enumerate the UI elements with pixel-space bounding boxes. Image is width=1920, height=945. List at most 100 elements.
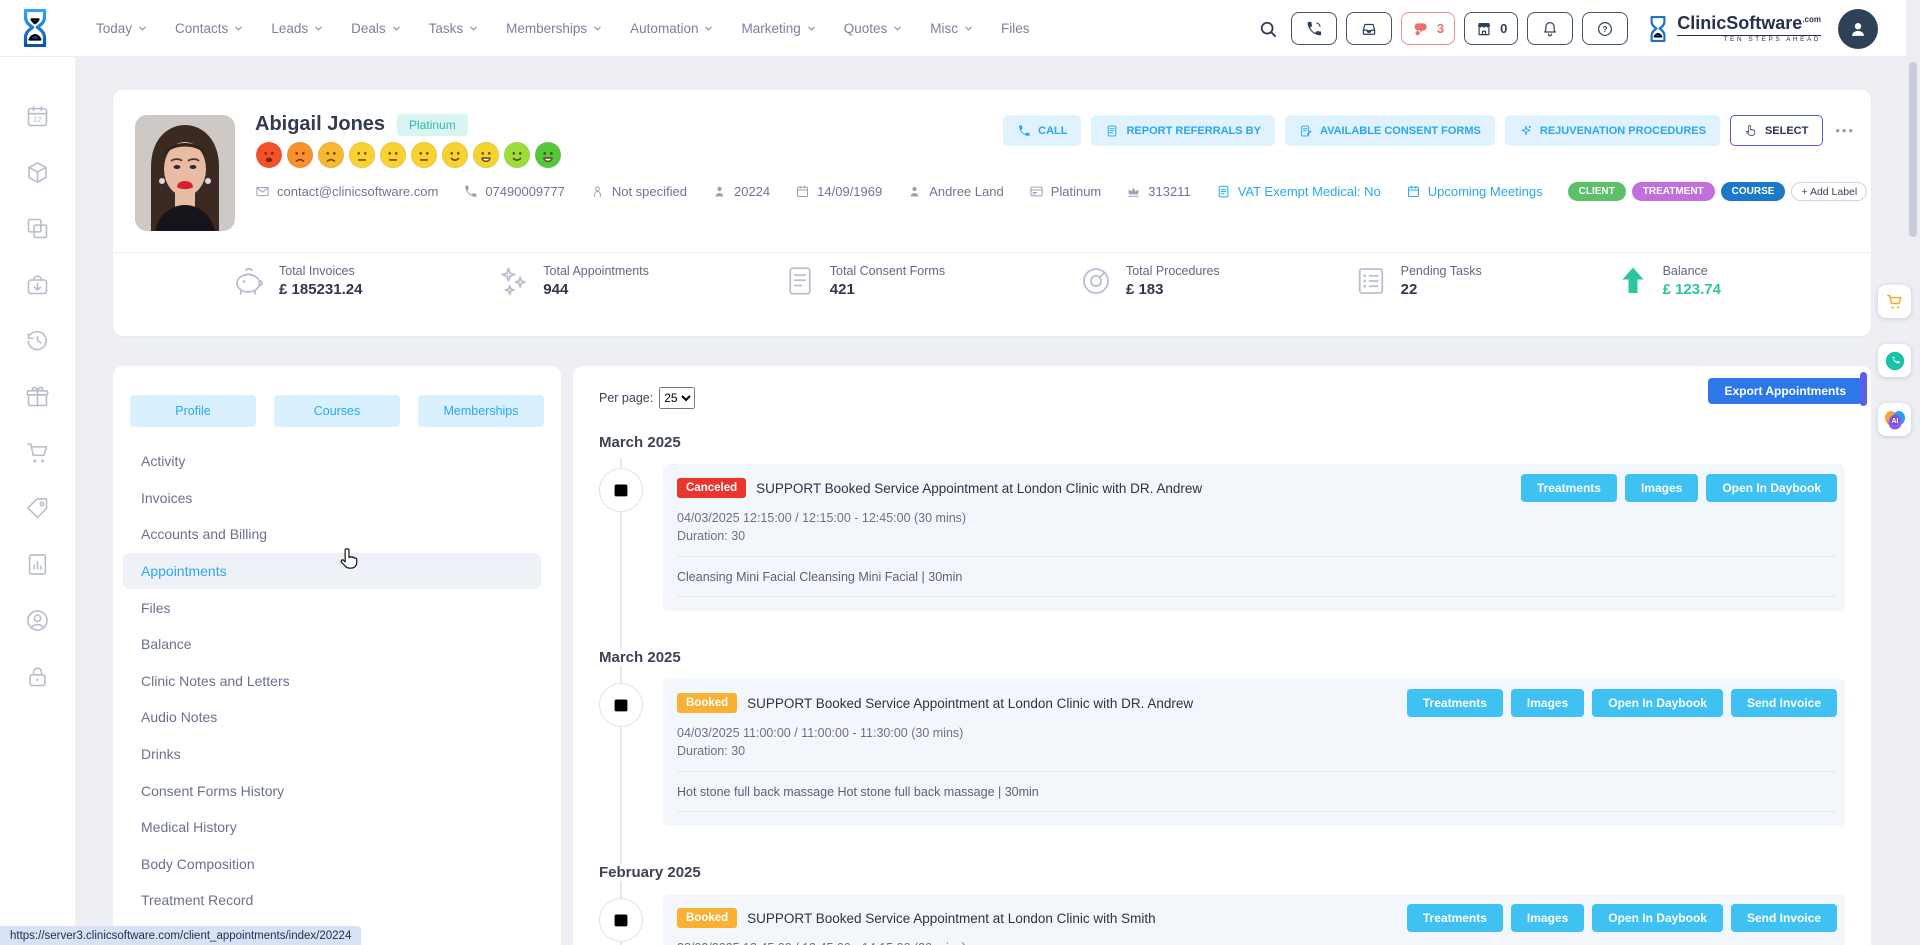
nav-item-contacts[interactable]: Contacts bbox=[175, 21, 244, 36]
export-appointments-button[interactable]: Export Appointments bbox=[1708, 378, 1862, 404]
panel-divider bbox=[677, 556, 1837, 557]
nav-item-memberships[interactable]: Memberships bbox=[506, 21, 603, 36]
images-button[interactable]: Images bbox=[1511, 904, 1584, 932]
mood-face-10-icon[interactable] bbox=[534, 141, 562, 169]
open-in-daybook-button[interactable]: Open In Daybook bbox=[1706, 474, 1837, 502]
nav-item-today[interactable]: Today bbox=[96, 21, 148, 36]
docicon-icon bbox=[782, 263, 818, 299]
tab-courses[interactable]: Courses bbox=[274, 395, 400, 427]
arrowup-icon bbox=[1615, 263, 1651, 299]
rail-usercircle-icon[interactable] bbox=[24, 607, 51, 634]
rail-historyclock-icon[interactable] bbox=[24, 327, 51, 354]
send-invoice-button[interactable]: Send Invoice bbox=[1731, 904, 1837, 932]
label-pill-client[interactable]: CLIENT bbox=[1568, 182, 1626, 201]
rejuvenation-procedures-button[interactable]: REJUVENATION PROCEDURES bbox=[1505, 115, 1720, 146]
rail-padlock-icon[interactable] bbox=[24, 663, 51, 690]
rail-copypages-icon[interactable] bbox=[24, 215, 51, 242]
rail-bagarrow-icon[interactable] bbox=[24, 271, 51, 298]
mood-face-7-icon[interactable] bbox=[441, 141, 469, 169]
personfill-icon bbox=[907, 184, 922, 199]
tab-profile[interactable]: Profile bbox=[130, 395, 256, 427]
sidebar-item-body-composition[interactable]: Body Composition bbox=[123, 846, 541, 883]
sidebar-item-balance[interactable]: Balance bbox=[123, 626, 541, 663]
treatments-button[interactable]: Treatments bbox=[1521, 474, 1617, 502]
floating-cart-button[interactable] bbox=[1878, 285, 1911, 318]
nav-item-marketing[interactable]: Marketing bbox=[741, 21, 816, 36]
per-page-select[interactable]: 25 bbox=[659, 387, 695, 409]
window-scrollbar[interactable] bbox=[1906, 0, 1920, 945]
appointment-duration: Duration: 30 bbox=[677, 529, 1837, 543]
mood-face-2-icon[interactable] bbox=[286, 141, 314, 169]
more-options-button[interactable]: ••• bbox=[1835, 123, 1855, 138]
send-invoice-button[interactable]: Send Invoice bbox=[1731, 689, 1837, 717]
mood-face-3-icon[interactable] bbox=[317, 141, 345, 169]
sidebar-item-drinks[interactable]: Drinks bbox=[123, 736, 541, 773]
contact-value: VAT Exempt Medical: No bbox=[1238, 184, 1381, 199]
rail-box3d-icon[interactable] bbox=[24, 159, 51, 186]
store-button[interactable]: 0 bbox=[1464, 12, 1518, 45]
nav-item-misc[interactable]: Misc bbox=[930, 21, 974, 36]
open-in-daybook-button[interactable]: Open In Daybook bbox=[1592, 904, 1723, 932]
mood-face-1-icon[interactable] bbox=[255, 141, 283, 169]
nav-item-label: Misc bbox=[930, 21, 958, 36]
sidebar-item-invoices[interactable]: Invoices bbox=[123, 480, 541, 517]
sidebar-item-consent-forms-history[interactable]: Consent Forms History bbox=[123, 772, 541, 809]
nav-item-deals[interactable]: Deals bbox=[351, 21, 402, 36]
nav-item-leads[interactable]: Leads bbox=[271, 21, 324, 36]
sidebar-item-appointments[interactable]: Appointments bbox=[123, 553, 541, 590]
sidebar-item-treatment-record[interactable]: Treatment Record bbox=[123, 882, 541, 919]
sidebar-item-files[interactable]: Files bbox=[123, 589, 541, 626]
mood-face-8-icon[interactable] bbox=[472, 141, 500, 169]
mood-face-4-icon[interactable] bbox=[348, 141, 376, 169]
sidebar-item-audio-notes[interactable]: Audio Notes bbox=[123, 699, 541, 736]
label-pill-course[interactable]: COURSE bbox=[1721, 182, 1786, 201]
floating-whatsapp-button[interactable] bbox=[1878, 344, 1911, 377]
rail-cart-icon[interactable] bbox=[24, 439, 51, 466]
rail-calendar12-icon[interactable]: 12 bbox=[24, 103, 51, 130]
contact-upcoming-meetings[interactable]: Upcoming Meetings bbox=[1406, 184, 1543, 199]
contact-vat-exempt-medical-no[interactable]: VAT Exempt Medical: No bbox=[1216, 184, 1381, 199]
mood-face-6-icon[interactable] bbox=[410, 141, 438, 169]
user-avatar[interactable] bbox=[1838, 9, 1878, 49]
notifications-button[interactable] bbox=[1527, 12, 1573, 45]
sidebar-item-clinic-notes-and-letters[interactable]: Clinic Notes and Letters bbox=[123, 663, 541, 700]
nav-item-quotes[interactable]: Quotes bbox=[844, 21, 904, 36]
appointment-actions: Treatments Images Open In Daybook Send Invo… bbox=[1407, 904, 1837, 932]
nav-item-tasks[interactable]: Tasks bbox=[429, 21, 480, 36]
inbox-button[interactable] bbox=[1346, 12, 1392, 45]
open-in-daybook-button[interactable]: Open In Daybook bbox=[1592, 689, 1723, 717]
side-panel-handle[interactable] bbox=[1860, 372, 1867, 406]
mood-face-5-icon[interactable] bbox=[379, 141, 407, 169]
nav-item-files[interactable]: Files bbox=[1001, 21, 1030, 36]
client-photo[interactable] bbox=[135, 115, 235, 231]
dialer-button[interactable] bbox=[1291, 12, 1337, 45]
client-summary-card: Abigail Jones Platinum contact@clinicsof… bbox=[113, 90, 1871, 336]
images-button[interactable]: Images bbox=[1511, 689, 1584, 717]
calendar-marker-icon bbox=[599, 898, 643, 942]
chat-notifications-button[interactable]: 3 bbox=[1401, 12, 1455, 45]
tab-memberships[interactable]: Memberships bbox=[418, 395, 544, 427]
label-pill-treatment[interactable]: TREATMENT bbox=[1632, 182, 1715, 201]
scrollbar-thumb[interactable] bbox=[1909, 62, 1917, 237]
sidebar-item-activity[interactable]: Activity bbox=[123, 443, 541, 480]
search-icon[interactable] bbox=[1258, 19, 1278, 39]
add-label-button[interactable]: + Add Label bbox=[1791, 182, 1867, 201]
select-button[interactable]: SELECT bbox=[1730, 115, 1823, 146]
mood-face-9-icon[interactable] bbox=[503, 141, 531, 169]
call-button[interactable]: CALL bbox=[1003, 115, 1081, 146]
help-button[interactable]: ? bbox=[1582, 12, 1628, 45]
rail-gift-icon[interactable] bbox=[24, 383, 51, 410]
floating-ai-button[interactable]: AI bbox=[1878, 403, 1911, 436]
stat-label: Total Appointments bbox=[543, 264, 649, 278]
rail-pricetag-icon[interactable] bbox=[24, 495, 51, 522]
images-button[interactable]: Images bbox=[1625, 474, 1698, 502]
sidebar-item-medical-history[interactable]: Medical History bbox=[123, 809, 541, 846]
report-referrals-by-button[interactable]: REPORT REFERRALS BY bbox=[1091, 115, 1274, 146]
rail-chartdoc-icon[interactable] bbox=[24, 551, 51, 578]
treatments-button[interactable]: Treatments bbox=[1407, 689, 1503, 717]
nav-item-automation[interactable]: Automation bbox=[630, 21, 714, 36]
available-consent-forms-button[interactable]: AVAILABLE CONSENT FORMS bbox=[1285, 115, 1495, 146]
treatments-button[interactable]: Treatments bbox=[1407, 904, 1503, 932]
clinicsoftware-logo-icon[interactable] bbox=[18, 9, 52, 47]
sidebar-item-accounts-and-billing[interactable]: Accounts and Billing bbox=[123, 516, 541, 553]
